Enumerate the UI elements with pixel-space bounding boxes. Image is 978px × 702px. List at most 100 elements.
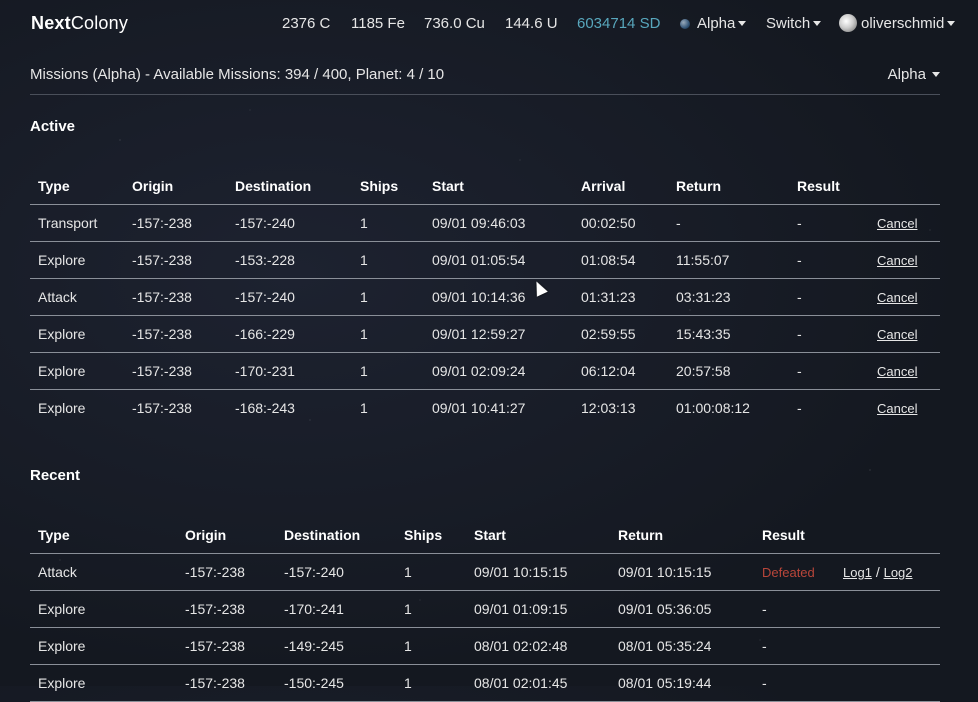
cell-return: 03:31:23 — [668, 278, 789, 316]
column-header: Ships — [352, 167, 424, 205]
cell-return: 09/01 05:36:05 — [610, 590, 754, 628]
planet-select-dropdown[interactable]: Alpha — [888, 66, 940, 83]
log-separator: / — [875, 564, 880, 580]
cell-ships: 1 — [352, 278, 424, 316]
cancel-link[interactable]: Cancel — [877, 401, 917, 416]
active-missions-table: Type Origin Destination Ships Start Arri… — [30, 167, 940, 426]
copper-resource: 736.0 Cu — [424, 15, 485, 32]
column-header: Ships — [396, 516, 466, 554]
active-section-title: Active — [30, 118, 76, 135]
log1-link[interactable]: Log1 — [843, 565, 872, 580]
planet-dropdown[interactable]: Alpha — [680, 15, 747, 32]
planet-icon — [680, 18, 690, 29]
column-header: Return — [668, 167, 789, 205]
cell-type: Attack — [30, 553, 177, 591]
cell-origin: -157:-238 — [124, 278, 227, 316]
cell-arrival: 00:02:50 — [573, 204, 668, 242]
cell-destination: -157:-240 — [227, 278, 352, 316]
cell-result: - — [789, 278, 869, 316]
cell-type: Explore — [30, 664, 177, 702]
cell-origin: -157:-238 — [124, 315, 227, 353]
cell-return: 15:43:35 — [668, 315, 789, 353]
cancel-link[interactable]: Cancel — [877, 364, 917, 379]
cell-type: Explore — [30, 241, 124, 279]
cell-start: 08/01 02:01:45 — [466, 664, 610, 702]
table-row: Explore -157:-238 -166:-229 1 09/01 12:5… — [30, 315, 940, 353]
user-dropdown[interactable]: oliverschmid — [839, 14, 956, 32]
cell-origin: -157:-238 — [132, 400, 192, 416]
cell-destination: -153:-228 — [227, 241, 352, 279]
cell-result: - — [754, 627, 835, 665]
table-row: Attack -157:-238 -157:-240 1 09/01 10:15… — [30, 553, 940, 591]
column-header: Destination — [276, 516, 396, 554]
chevron-down-icon — [947, 20, 956, 26]
cell-origin: -157:-238 — [124, 241, 227, 279]
table-header-row: Type Origin Destination Ships Start Retu… — [30, 516, 940, 554]
log2-link[interactable]: Log2 — [884, 565, 913, 580]
planet-dropdown-label: Alpha — [697, 15, 736, 32]
cell-type: Attack — [30, 278, 124, 316]
brand-logo[interactable]: NextColony — [31, 13, 128, 34]
cell-destination: -168:-243 — [235, 400, 295, 416]
column-header: Start — [424, 167, 573, 205]
cancel-link[interactable]: Cancel — [877, 216, 917, 231]
cell-result: - — [789, 352, 869, 390]
cell-type: Explore — [30, 315, 124, 353]
cell-result: - — [754, 664, 835, 702]
table-row: Explore -157:-238 -150:-245 1 08/01 02:0… — [30, 664, 940, 702]
cell-arrival: 12:03:13 — [581, 400, 636, 416]
table-row: Explore -157:-238 -149:-245 1 08/01 02:0… — [30, 627, 940, 665]
cell-start: 09/01 10:41:27 — [432, 400, 526, 416]
cell-return: 20:57:58 — [668, 352, 789, 390]
column-header: Start — [466, 516, 610, 554]
cancel-link[interactable]: Cancel — [877, 290, 917, 305]
cell-destination: -157:-240 — [227, 204, 352, 242]
table-row: Transport -157:-238 -157:-240 1 09/01 09… — [30, 204, 940, 242]
cell-logs — [835, 664, 940, 702]
chevron-down-icon — [813, 21, 822, 26]
switch-dropdown-label: Switch — [766, 15, 811, 32]
cell-destination: -149:-245 — [276, 627, 396, 665]
cell-origin: -157:-238 — [177, 590, 276, 628]
cell-start: 09/01 10:14:36 — [424, 278, 573, 316]
cell-start: 09/01 09:46:03 — [424, 204, 573, 242]
cell-ships: 1 — [396, 590, 466, 628]
cell-result: - — [789, 241, 869, 279]
chevron-down-icon — [932, 72, 940, 77]
cell-action: Cancel — [869, 315, 940, 353]
cancel-link[interactable]: Cancel — [877, 327, 917, 342]
brand-rest: Colony — [70, 13, 129, 33]
table-row: Explore -157:-238 -168:-243 1 09/01 10:4… — [30, 390, 940, 427]
top-navbar: NextColony 2376 C 1185 Fe 736.0 Cu 144.6… — [0, 0, 978, 48]
cell-destination: -157:-240 — [276, 553, 396, 591]
recent-missions-table: Type Origin Destination Ships Start Retu… — [30, 516, 940, 702]
cell-start: 09/01 01:05:54 — [424, 241, 573, 279]
uranium-resource: 144.6 U — [505, 15, 558, 32]
column-header: Type — [30, 516, 177, 554]
avatar — [839, 14, 857, 32]
cell-destination: -166:-229 — [227, 315, 352, 353]
column-header: Origin — [177, 516, 276, 554]
cell-result: - — [754, 590, 835, 628]
user-dropdown-label: oliverschmid — [861, 14, 945, 32]
cell-ships: 1 — [352, 352, 424, 390]
cell-start: 09/01 12:59:27 — [424, 315, 573, 353]
cell-logs — [835, 627, 940, 665]
cell-start: 09/01 01:09:15 — [466, 590, 610, 628]
column-header: Arrival — [573, 167, 668, 205]
cell-arrival: 02:59:55 — [573, 315, 668, 353]
cell-return: - — [668, 204, 789, 242]
cell-logs: Log1 / Log2 — [835, 553, 940, 591]
cell-destination: -150:-245 — [276, 664, 396, 702]
cell-origin: -157:-238 — [124, 204, 227, 242]
cell-return: 09/01 10:15:15 — [610, 553, 754, 591]
cell-origin: -157:-238 — [177, 627, 276, 665]
planet-select-label: Alpha — [887, 66, 926, 83]
cell-return: 08/01 05:19:44 — [610, 664, 754, 702]
cancel-link[interactable]: Cancel — [877, 253, 917, 268]
recent-section-title: Recent — [30, 467, 81, 484]
switch-dropdown[interactable]: Switch — [766, 15, 822, 32]
cell-type: Explore — [30, 352, 124, 390]
column-header: Return — [610, 516, 754, 554]
table-row: Attack -157:-238 -157:-240 1 09/01 10:14… — [30, 278, 940, 316]
